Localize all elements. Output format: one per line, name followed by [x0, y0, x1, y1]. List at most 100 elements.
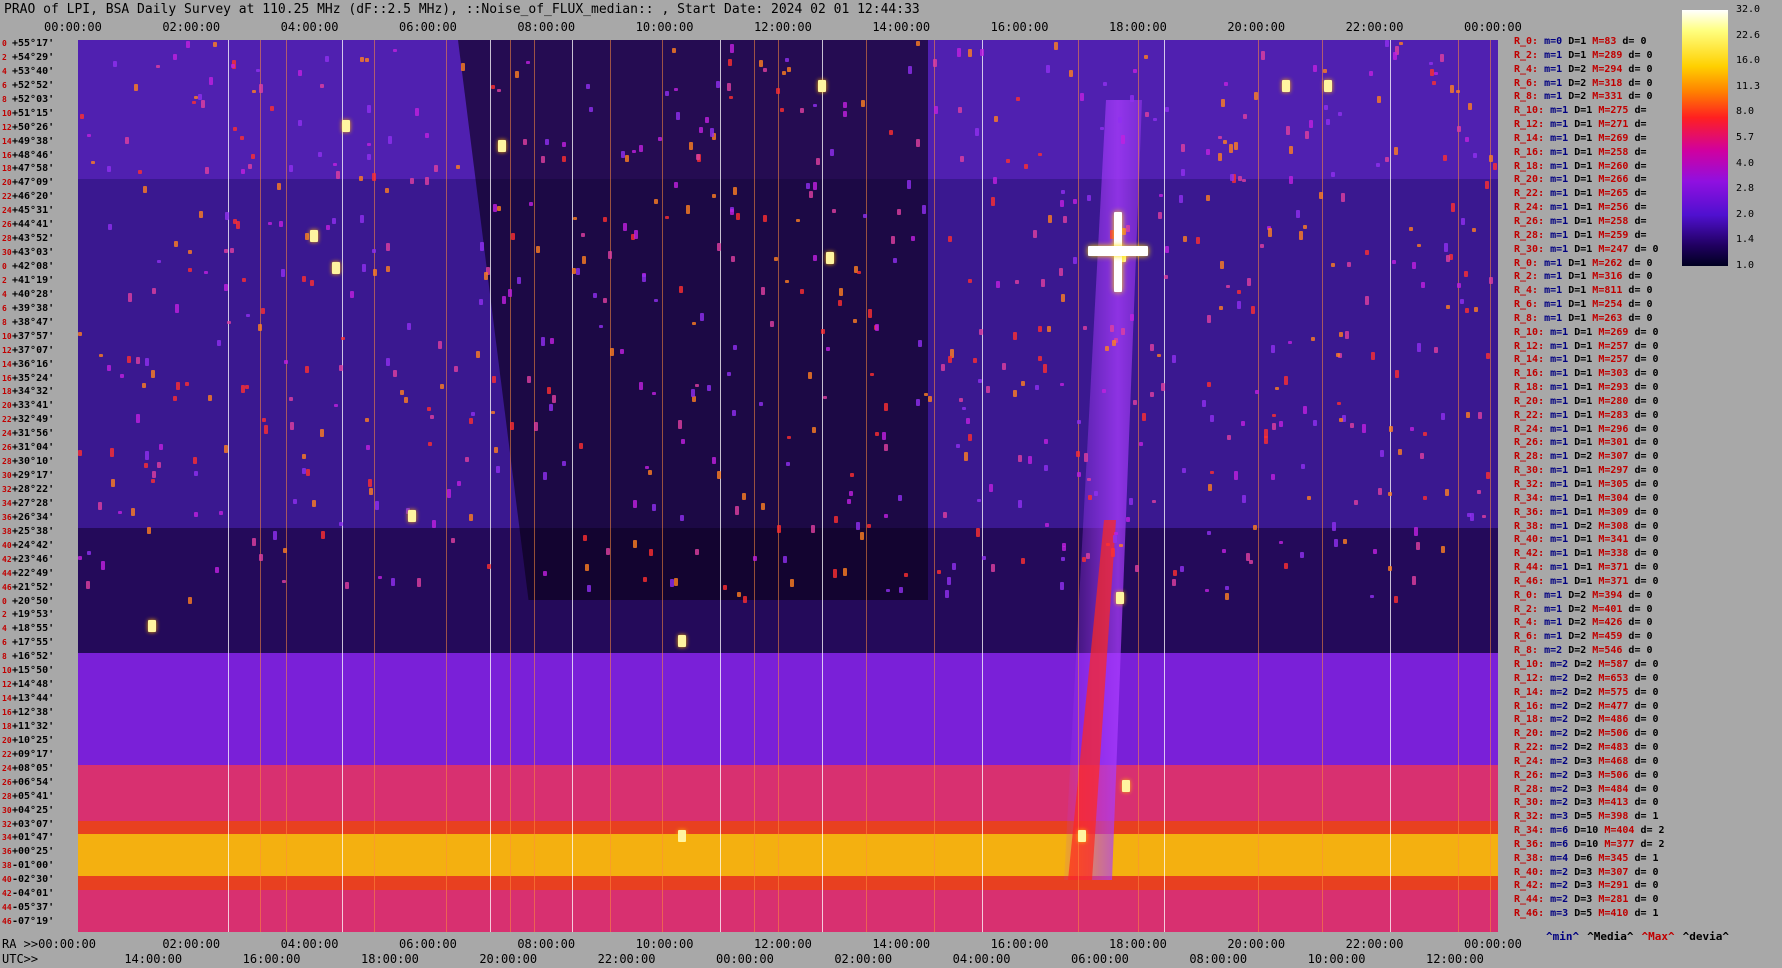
ray-stat-field: R_26:: [1514, 437, 1551, 449]
bright-source: [826, 252, 834, 264]
ray-stat-field: d= 0: [1634, 548, 1659, 560]
ray-stat-row: R_36: m=6 D=10 M=377 d= 2: [1514, 839, 1665, 850]
ray-stat-field: d= 1: [1634, 908, 1659, 920]
noise-speck: [1171, 354, 1176, 363]
beam-index: 16: [2, 150, 12, 160]
noise-speck: [546, 386, 551, 395]
ra_ticks-tick: 08:00:00: [517, 937, 576, 951]
noise-speck: [956, 444, 961, 449]
noise-speck: [742, 595, 747, 604]
noise-speck: [908, 66, 913, 75]
noise-speck: [638, 382, 643, 391]
noise-speck: [707, 384, 712, 392]
declination-value: +01°47': [12, 832, 55, 844]
ray-stat-field: D=2: [1574, 686, 1599, 698]
ray-stat-field: d= 0: [1628, 91, 1653, 103]
ray-stat-field: d=: [1634, 146, 1647, 158]
noise-speck: [1024, 164, 1029, 169]
ray-stat-field: R_44:: [1514, 894, 1551, 906]
noise-speck: [1062, 216, 1067, 224]
noise-speck: [672, 47, 677, 54]
declination-value: +40°28': [12, 288, 55, 300]
noise-speck: [523, 139, 528, 146]
noise-speck: [1086, 195, 1091, 201]
noise-speck: [1179, 195, 1184, 203]
bright-source: [310, 230, 318, 242]
ray-stat-field: M=811: [1592, 285, 1629, 297]
ray-stat-field: m=1: [1550, 437, 1575, 449]
declination-label: 38-01°00': [2, 860, 54, 871]
noise-speck: [484, 271, 488, 280]
noise-speck: [515, 70, 520, 79]
noise-speck: [367, 478, 372, 487]
ray-stat-field: d= 0: [1628, 299, 1653, 311]
ray-stat-row: R_6: m=1 D=2 M=459 d= 0: [1514, 631, 1653, 642]
noise-speck: [863, 214, 868, 219]
ray-stat-row: R_28: m=1 D=1 M=259 d=: [1514, 230, 1646, 241]
ray-stat-field: M=307: [1598, 866, 1635, 878]
grid-line: [1490, 40, 1491, 932]
ray-stat-field: M=258: [1598, 146, 1635, 158]
beam-index: 32: [2, 485, 12, 494]
ray-stat-field: R_20:: [1514, 395, 1551, 407]
noise-speck: [204, 270, 209, 275]
heatmap-band: [78, 862, 1498, 878]
utc_ticks-tick: 02:00:00: [834, 952, 893, 966]
noise-speck: [653, 299, 658, 303]
top-tick: 00:00:00: [1464, 20, 1522, 34]
ray-stat-field: d= 0: [1634, 409, 1659, 421]
noise-speck: [1125, 516, 1130, 522]
noise-speck: [786, 66, 791, 73]
noise-speck: [246, 313, 251, 317]
noise-speck: [1417, 342, 1422, 352]
declination-label: 20+10°25': [2, 735, 54, 746]
ray-stat-field: d= 0: [1634, 700, 1659, 712]
ray-stat-field: d= 0: [1634, 520, 1659, 532]
ray-stat-row: R_22: m=1 D=1 M=265 d=: [1514, 188, 1646, 199]
noise-speck: [1016, 97, 1021, 102]
noise-speck: [1183, 235, 1188, 242]
ray-stat-field: m=1: [1550, 575, 1575, 587]
declination-label: 18+11°32': [2, 721, 54, 732]
ray-stat-field: D=5: [1574, 811, 1599, 823]
noise-speck: [1110, 548, 1115, 557]
noise-speck: [622, 223, 627, 232]
noise-speck: [1248, 560, 1253, 565]
noise-speck: [937, 569, 942, 574]
ray-stat-field: R_6:: [1514, 631, 1545, 643]
noise-speck: [480, 242, 485, 251]
declination-label: 26+06°54': [2, 777, 54, 788]
declination-label: 40-02°30': [2, 874, 54, 885]
noise-speck: [1368, 70, 1373, 76]
noise-speck: [174, 304, 179, 313]
noise-speck: [101, 560, 106, 570]
noise-speck: [1180, 565, 1185, 573]
ray-stat-field: M=331: [1592, 91, 1629, 103]
noise-speck: [770, 321, 775, 328]
grid-line: [510, 40, 511, 932]
noise-speck: [992, 177, 997, 185]
colorbar-tick: 2.8: [1736, 183, 1755, 195]
heatmap-band: [78, 904, 1498, 920]
ray-stat-row: R_34: m=1 D=1 M=304 d= 0: [1514, 493, 1659, 504]
noise-speck: [224, 212, 229, 221]
ray-stat-row: R_42: m=2 D=3 M=291 d= 0: [1514, 880, 1659, 891]
beam-index: 0: [2, 262, 7, 271]
ray-stat-field: D=1: [1574, 243, 1599, 255]
declination-value: +52°03': [12, 93, 55, 105]
ray-stat-field: R_42:: [1514, 548, 1551, 560]
ray-stat-field: M=269: [1598, 132, 1635, 144]
heatmap-band: [78, 625, 1498, 641]
noise-speck: [446, 489, 451, 498]
noise-speck: [782, 556, 787, 564]
declination-label: 22+32°49': [2, 414, 54, 425]
ray-stat-field: m=1: [1550, 354, 1575, 366]
ray-stat-field: R_40:: [1514, 866, 1551, 878]
ray-stat-row: R_12: m=2 D=2 M=653 d= 0: [1514, 673, 1659, 684]
ray-stat-field: D=1: [1574, 437, 1599, 449]
noise-speck: [1295, 210, 1300, 219]
ray-stat-field: m=2: [1550, 769, 1575, 781]
noise-speck: [1455, 90, 1460, 94]
ray-stat-row: R_24: m=2 D=3 M=468 d= 0: [1514, 756, 1659, 767]
noise-speck: [855, 521, 860, 531]
